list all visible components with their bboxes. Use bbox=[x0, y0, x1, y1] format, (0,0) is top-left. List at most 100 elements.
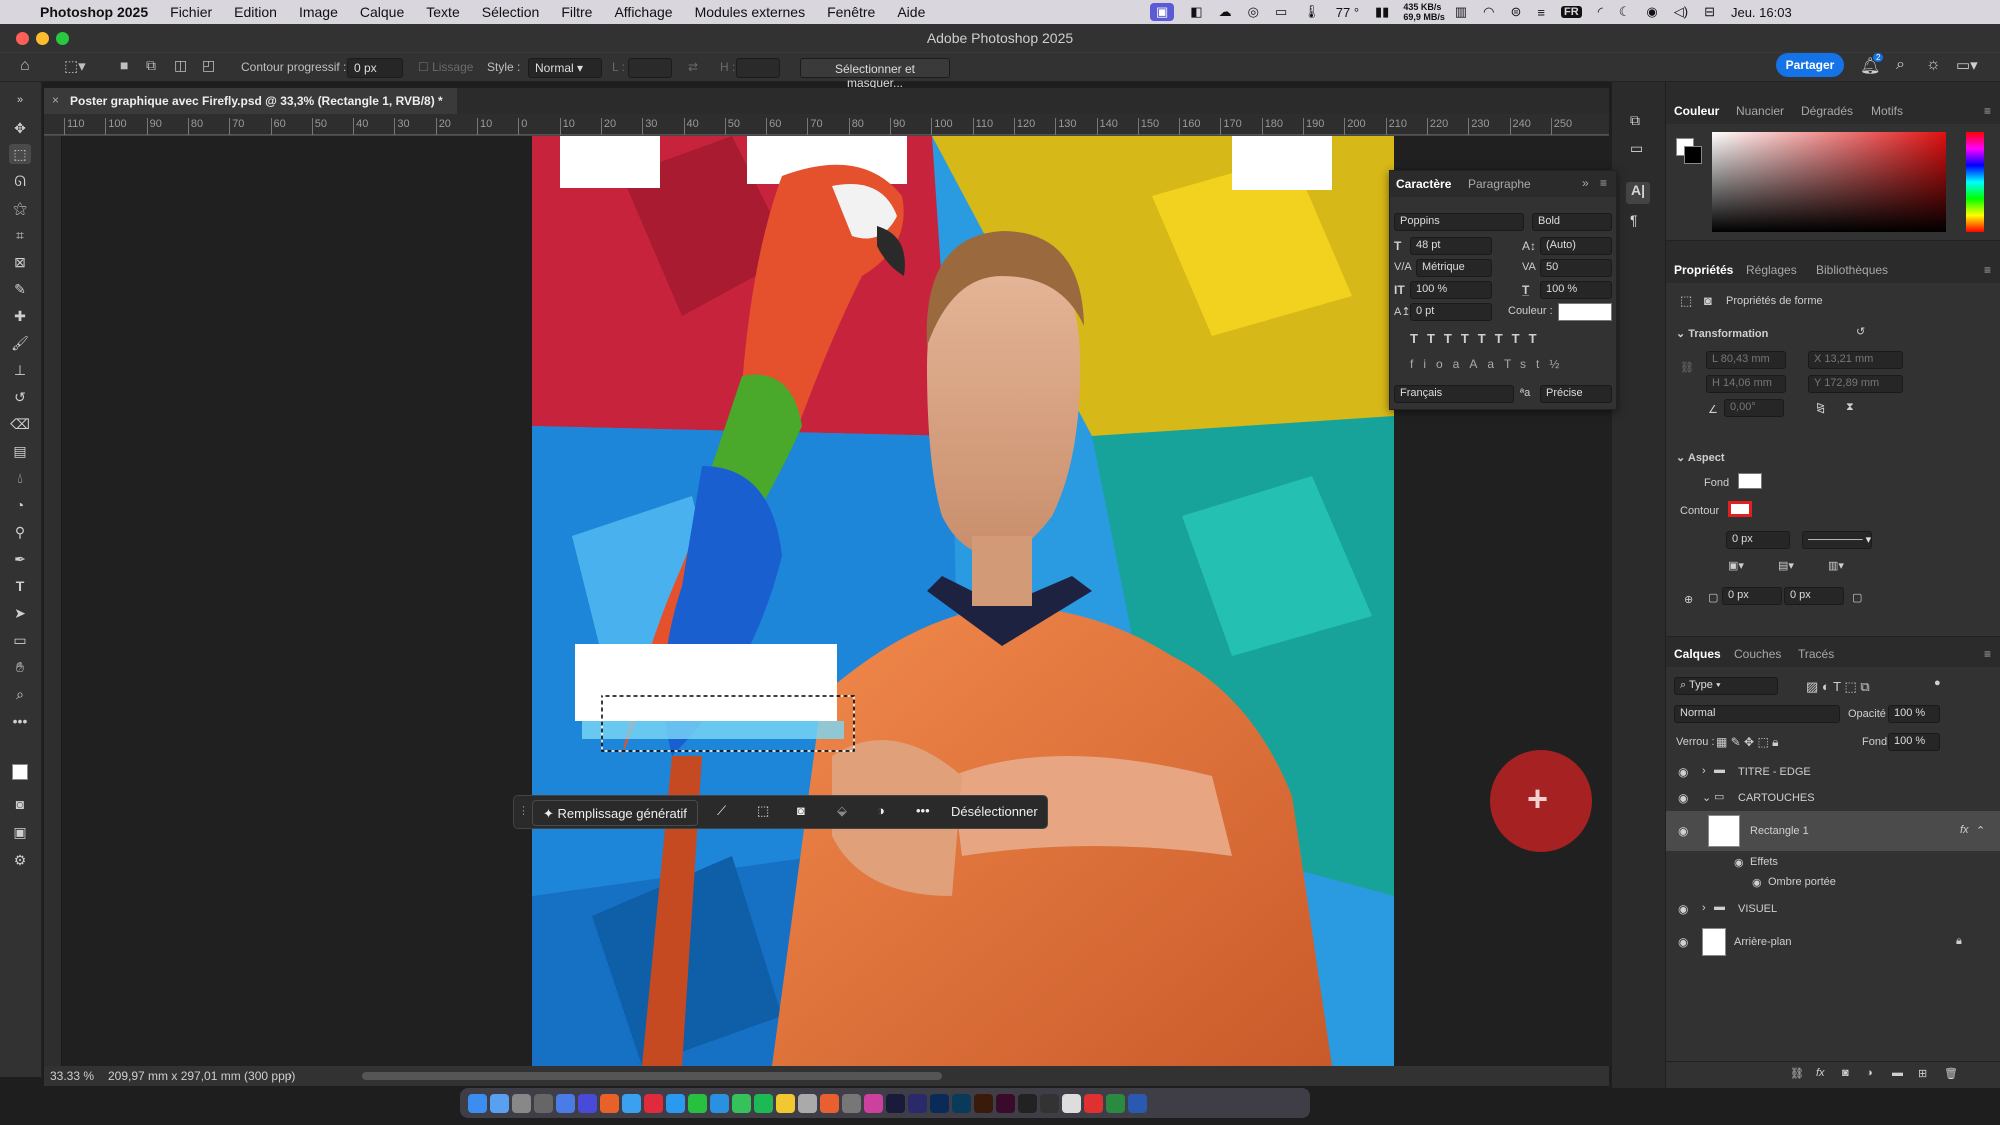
brush-tool-icon[interactable]: 🖌︎ bbox=[9, 333, 31, 353]
style-select[interactable]: Normal ▾ bbox=[528, 58, 602, 78]
control-center-icon[interactable]: ⊟ bbox=[1704, 4, 1715, 20]
hue-slider[interactable] bbox=[1966, 132, 1984, 232]
document-size[interactable]: 209,97 mm x 297,01 mm (300 ppp) bbox=[108, 1069, 295, 1083]
visibility-eye-icon[interactable]: ◉ bbox=[1678, 935, 1688, 949]
height-field[interactable]: H 14,06 mm bbox=[1706, 375, 1786, 393]
stroke-width-field[interactable]: 0 px bbox=[1726, 531, 1790, 549]
close-tab-icon[interactable]: × bbox=[52, 93, 59, 107]
visibility-eye-icon[interactable]: ◉ bbox=[1734, 856, 1744, 869]
preview-icon[interactable] bbox=[798, 1094, 817, 1113]
workspace-icon[interactable]: ▭▾ bbox=[1956, 56, 1978, 74]
tab-nuancier[interactable]: Nuancier bbox=[1736, 104, 1784, 118]
panel-menu-icon[interactable]: ≡ bbox=[1600, 176, 1607, 190]
frame-tool-icon[interactable]: ⊠ bbox=[9, 252, 31, 272]
more-options-icon[interactable]: ••• bbox=[916, 803, 930, 818]
character-panel-icon[interactable]: A| bbox=[1626, 182, 1650, 204]
tab-traces[interactable]: Tracés bbox=[1798, 647, 1834, 661]
storage-icon[interactable]: ≡ bbox=[1537, 5, 1545, 20]
tracking-field[interactable]: 50 bbox=[1540, 259, 1612, 277]
menu-texte[interactable]: Texte bbox=[426, 4, 459, 20]
swap-icon[interactable]: ⇄ bbox=[688, 60, 698, 74]
fx-icon[interactable]: fx bbox=[1960, 824, 1969, 836]
type-tool-icon[interactable]: T bbox=[9, 576, 31, 596]
corner-radius-1[interactable]: 0 px bbox=[1722, 587, 1782, 605]
bridge-icon[interactable] bbox=[886, 1094, 905, 1113]
layer-row[interactable]: ◉ Arrière-plan 🔒︎ bbox=[1666, 925, 2000, 959]
minimize-window-button[interactable] bbox=[36, 32, 49, 45]
photoshop-icon[interactable] bbox=[930, 1094, 949, 1113]
tab-paragraphe[interactable]: Paragraphe bbox=[1468, 177, 1531, 191]
tab-caractere[interactable]: Caractère bbox=[1396, 177, 1451, 191]
finder-icon[interactable] bbox=[468, 1094, 487, 1113]
moon-icon[interactable]: ☾ bbox=[1619, 4, 1631, 20]
lock-icons[interactable]: ▦ ✎ ✥ ⬚ 🔒︎ bbox=[1716, 735, 1779, 750]
aspect-section[interactable]: ⌄ Aspect bbox=[1676, 451, 1725, 464]
app-icon-5[interactable] bbox=[1062, 1094, 1081, 1113]
launchpad-icon[interactable] bbox=[534, 1094, 553, 1113]
visibility-eye-icon[interactable]: ◉ bbox=[1752, 876, 1762, 889]
mail-icon[interactable] bbox=[556, 1094, 575, 1113]
gradient-tool-icon[interactable]: ▤ bbox=[9, 441, 31, 461]
move-tool-icon[interactable]: ✥ bbox=[9, 118, 31, 138]
menu-affichage[interactable]: Affichage bbox=[614, 4, 672, 20]
intersect-selection-icon[interactable]: ◰ bbox=[202, 57, 215, 74]
layer-row[interactable]: ◉ › ▬ VISUEL bbox=[1666, 896, 2000, 922]
stroke-swatch[interactable] bbox=[1728, 501, 1752, 517]
poster-artwork[interactable] bbox=[532, 136, 1394, 1066]
new-selection-icon[interactable]: ■ bbox=[120, 57, 128, 73]
effects-toggle-icon[interactable]: ⌃ bbox=[1976, 824, 1985, 837]
more-tools-icon[interactable]: ••• bbox=[9, 711, 31, 731]
expand-chevron-icon[interactable]: › bbox=[1702, 902, 1706, 914]
headphones-icon[interactable]: ◠ bbox=[1483, 4, 1494, 20]
add-mask-icon[interactable]: ◙ bbox=[1842, 1067, 1849, 1079]
fill-opacity-field[interactable]: 100 % bbox=[1888, 733, 1940, 751]
antialias-checkbox[interactable]: ☐ Lissage bbox=[418, 60, 473, 74]
home-icon[interactable]: ⌂ bbox=[20, 57, 30, 75]
filter-pixel-icon[interactable]: ▨ ◐ T ⬚ ⧉ bbox=[1806, 679, 1870, 695]
toggle-icon[interactable]: ⊜ bbox=[1511, 4, 1522, 20]
link-layers-icon[interactable]: ⛓ bbox=[1790, 1067, 1804, 1080]
baseline-field[interactable]: 0 pt bbox=[1410, 303, 1492, 321]
lasso-tool-icon[interactable]: ᘏ bbox=[9, 171, 31, 191]
indesign-icon[interactable] bbox=[996, 1094, 1015, 1113]
modify-selection-icon[interactable]: ⟋ bbox=[717, 803, 726, 819]
paragraph-panel-icon[interactable]: ¶ bbox=[1630, 212, 1638, 228]
menu-modules[interactable]: Modules externes bbox=[695, 4, 806, 20]
input-language[interactable]: FR bbox=[1561, 6, 1582, 18]
excel-icon[interactable] bbox=[1106, 1094, 1125, 1113]
expand-chevron-icon[interactable]: › bbox=[1702, 765, 1706, 777]
collapse-panel-icon[interactable]: » bbox=[1582, 176, 1589, 190]
width-field[interactable]: L 80,43 mm bbox=[1706, 351, 1786, 369]
tab-proprietes[interactable]: Propriétés bbox=[1674, 263, 1733, 277]
tab-bibliotheques[interactable]: Bibliothèques bbox=[1816, 263, 1888, 277]
screen-mode-icon[interactable]: ▣ bbox=[9, 822, 31, 842]
subtract-selection-icon[interactable]: ◫ bbox=[174, 57, 187, 74]
menu-fenetre[interactable]: Fenêtre bbox=[827, 4, 875, 20]
firefox-icon[interactable] bbox=[600, 1094, 619, 1113]
eraser-icon[interactable]: ⌫ bbox=[9, 414, 31, 434]
flip-h-icon[interactable]: ⧎ bbox=[1816, 401, 1825, 414]
add-style-icon[interactable]: fx bbox=[1816, 1067, 1825, 1079]
horizontal-scrollbar[interactable] bbox=[362, 1072, 942, 1080]
link-icon[interactable]: ⛓ bbox=[1680, 361, 1694, 374]
angle-field[interactable]: 0,00° bbox=[1724, 399, 1784, 417]
layer-filter-select[interactable]: ⌕ Type ▾ bbox=[1674, 677, 1778, 695]
y-field[interactable]: Y 172,89 mm bbox=[1808, 375, 1903, 393]
discover-icon[interactable]: ☼ bbox=[1926, 56, 1941, 74]
bg-color-swatch[interactable] bbox=[1684, 146, 1702, 164]
adjustment-icon[interactable]: ◑ bbox=[877, 803, 885, 818]
opentype-buttons[interactable]: fioaAaTst½ bbox=[1410, 357, 1569, 371]
vertical-scale-field[interactable]: 100 % bbox=[1410, 281, 1492, 299]
tab-motifs[interactable]: Motifs bbox=[1871, 104, 1903, 118]
menu-aide[interactable]: Aide bbox=[897, 4, 925, 20]
toolbar-collapse-icon[interactable]: » bbox=[9, 90, 31, 110]
height-input[interactable] bbox=[736, 58, 780, 78]
creative-cloud-icon[interactable]: ◎ bbox=[1248, 4, 1259, 20]
wifi-icon[interactable]: ◜ bbox=[1598, 4, 1603, 20]
terminal-icon[interactable] bbox=[1018, 1094, 1037, 1113]
history-brush-icon[interactable]: ↺ bbox=[9, 387, 31, 407]
quick-mask-icon[interactable]: ◙ bbox=[9, 794, 31, 814]
user-icon[interactable]: ◉ bbox=[1646, 4, 1657, 20]
menu-calque[interactable]: Calque bbox=[360, 4, 404, 20]
text-color-swatch[interactable] bbox=[1558, 303, 1612, 321]
